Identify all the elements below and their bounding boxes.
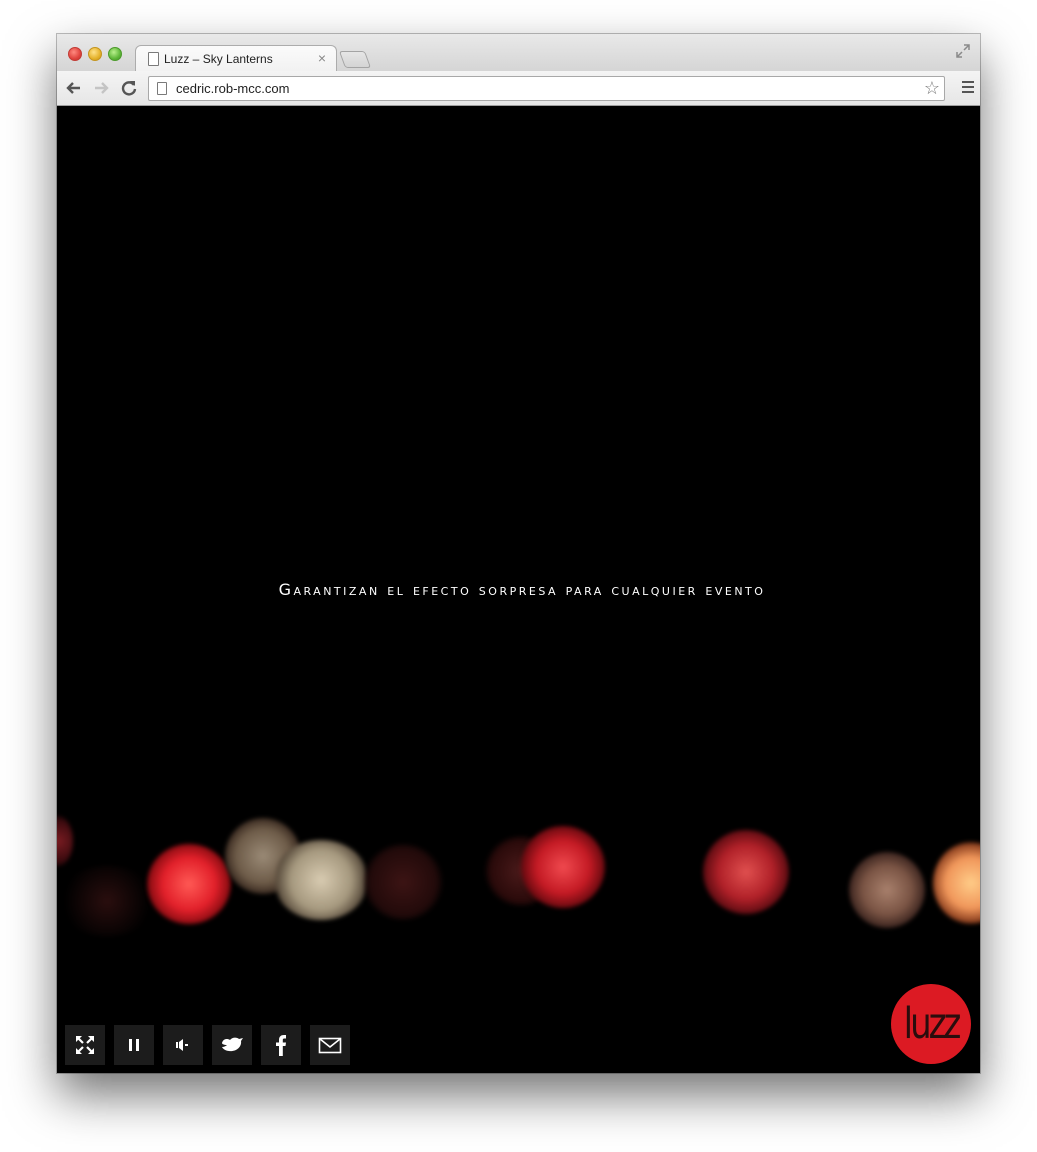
bokeh-light — [521, 826, 605, 908]
address-bar[interactable]: cedric.rob-mcc.com ☆ — [148, 76, 945, 101]
twitter-button[interactable] — [212, 1025, 252, 1065]
arrow-right-icon[interactable] — [90, 77, 112, 99]
expand-icon — [76, 1036, 94, 1054]
close-tab-icon[interactable]: × — [318, 50, 326, 66]
zoom-window-button[interactable] — [108, 47, 122, 61]
browser-window: Luzz – Sky Lanterns × cedric.rob-mcc.com… — [57, 34, 980, 1073]
luzz-logo-text: luzz — [903, 999, 962, 1049]
arrow-left-icon[interactable] — [63, 77, 85, 99]
bokeh-light — [147, 844, 231, 924]
bokeh-light — [57, 866, 157, 936]
reload-icon[interactable] — [118, 77, 140, 99]
bokeh-light — [933, 842, 980, 924]
twitter-bird-icon — [222, 1037, 243, 1052]
envelope-icon — [318, 1037, 342, 1054]
hamburger-menu-icon[interactable] — [962, 81, 974, 95]
tab-title: Luzz – Sky Lanterns — [164, 52, 273, 66]
fullscreen-icon[interactable] — [956, 44, 970, 58]
pause-button[interactable] — [114, 1025, 154, 1065]
browser-toolbar: cedric.rob-mcc.com ☆ — [57, 71, 980, 106]
close-window-button[interactable] — [68, 47, 82, 61]
bokeh-light — [57, 816, 73, 866]
email-button[interactable] — [310, 1025, 350, 1065]
minimize-window-button[interactable] — [88, 47, 102, 61]
bokeh-light — [363, 844, 443, 920]
new-tab-button[interactable] — [338, 51, 372, 68]
volume-icon — [176, 1039, 188, 1051]
expand-button[interactable] — [65, 1025, 105, 1065]
video-stage[interactable]: Garantizan el efecto sorpresa para cualq… — [57, 106, 980, 1073]
bokeh-light — [849, 852, 925, 928]
page-icon — [148, 52, 159, 66]
tab-strip: Luzz – Sky Lanterns × — [57, 34, 980, 73]
luzz-logo[interactable]: luzz — [891, 984, 971, 1064]
url-text: cedric.rob-mcc.com — [176, 81, 290, 96]
star-icon[interactable]: ☆ — [924, 78, 940, 99]
tab-luzz[interactable]: Luzz – Sky Lanterns × — [135, 45, 337, 73]
page-icon — [157, 82, 167, 95]
facebook-icon — [276, 1035, 286, 1056]
bokeh-light — [273, 840, 369, 920]
video-tagline: Garantizan el efecto sorpresa para cualq… — [278, 580, 766, 599]
pause-icon — [129, 1039, 139, 1051]
bokeh-light — [703, 830, 789, 914]
volume-button[interactable] — [163, 1025, 203, 1065]
facebook-button[interactable] — [261, 1025, 301, 1065]
